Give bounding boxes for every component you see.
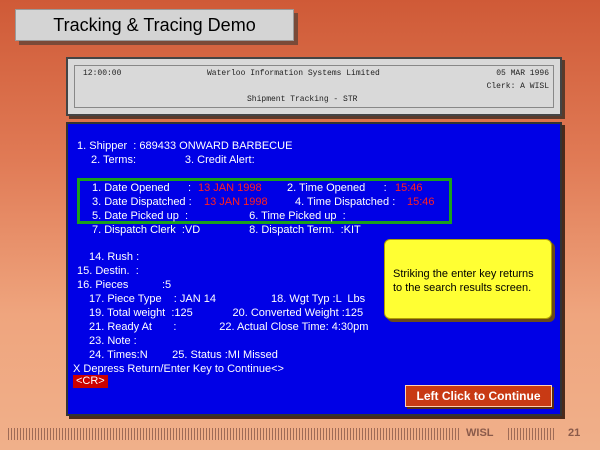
header-date: 05 MAR 1996 xyxy=(496,69,549,78)
date-dispatched-value: 13 JAN 1998 xyxy=(204,196,268,208)
header-clerk: Clerk: A WISL xyxy=(486,82,549,91)
callout-note: Striking the enter key returns to the se… xyxy=(384,239,552,319)
ready-at-line: 21. Ready At : 22. Actual Close Time: 4:… xyxy=(89,321,369,333)
total-weight-line: 19. Total weight :125 20. Converted Weig… xyxy=(89,307,364,319)
footer-brand: WISL xyxy=(466,427,494,439)
date-dispatched-label: 3. Date Dispatched : xyxy=(92,196,192,208)
continue-button[interactable]: Left Click to Continue xyxy=(405,385,552,407)
terms-line: 2. Terms: 3. Credit Alert: xyxy=(91,154,255,166)
dispatch-clerk-line: 7. Dispatch Clerk :VD 8. Dispatch Term. … xyxy=(92,224,361,236)
page-number: 21 xyxy=(568,427,581,439)
picked-up-line: 5. Date Picked up : 6. Time Picked up : xyxy=(92,210,346,222)
header-time: 12:00:00 xyxy=(83,69,122,78)
rush-line: 14. Rush : xyxy=(89,251,140,263)
header-company: Waterloo Information Systems Limited xyxy=(207,69,380,78)
time-dispatched-value: 15:46 xyxy=(407,196,435,208)
time-opened-value: 15:46 xyxy=(395,182,423,194)
pieces-line: 16. Pieces :5 xyxy=(77,279,172,291)
cr-input-field[interactable]: <CR> xyxy=(73,375,108,388)
destin-line: 15. Destin. : xyxy=(77,265,139,277)
callout-note-text: Striking the enter key returns to the se… xyxy=(393,268,534,294)
date-opened-label: 1. Date Opened : xyxy=(92,182,192,194)
time-dispatched-label: 4. Time Dispatched : xyxy=(295,196,396,208)
note-line: 23. Note : xyxy=(89,335,137,347)
footer-decorative-bars xyxy=(8,428,460,440)
time-opened-label: 2. Time Opened : xyxy=(287,182,387,194)
terminal-header: 12:00:00 Waterloo Information Systems Li… xyxy=(66,57,562,116)
terminal-header-frame: 12:00:00 Waterloo Information Systems Li… xyxy=(74,65,554,108)
slide-title: Tracking & Tracing Demo xyxy=(15,9,294,41)
date-opened-value: 13 JAN 1998 xyxy=(198,182,262,194)
shipper-line: 1. Shipper : 689433 ONWARD BARBECUE xyxy=(77,140,293,152)
piece-type-line: 17. Piece Type : JAN 14 18. Wgt Typ :L L… xyxy=(89,293,366,305)
footer-decorative-bars-2 xyxy=(508,428,556,440)
times-status-line: 24. Times:N 25. Status :MI Missed xyxy=(89,349,278,361)
header-screen-title: Shipment Tracking - STR xyxy=(247,95,358,104)
